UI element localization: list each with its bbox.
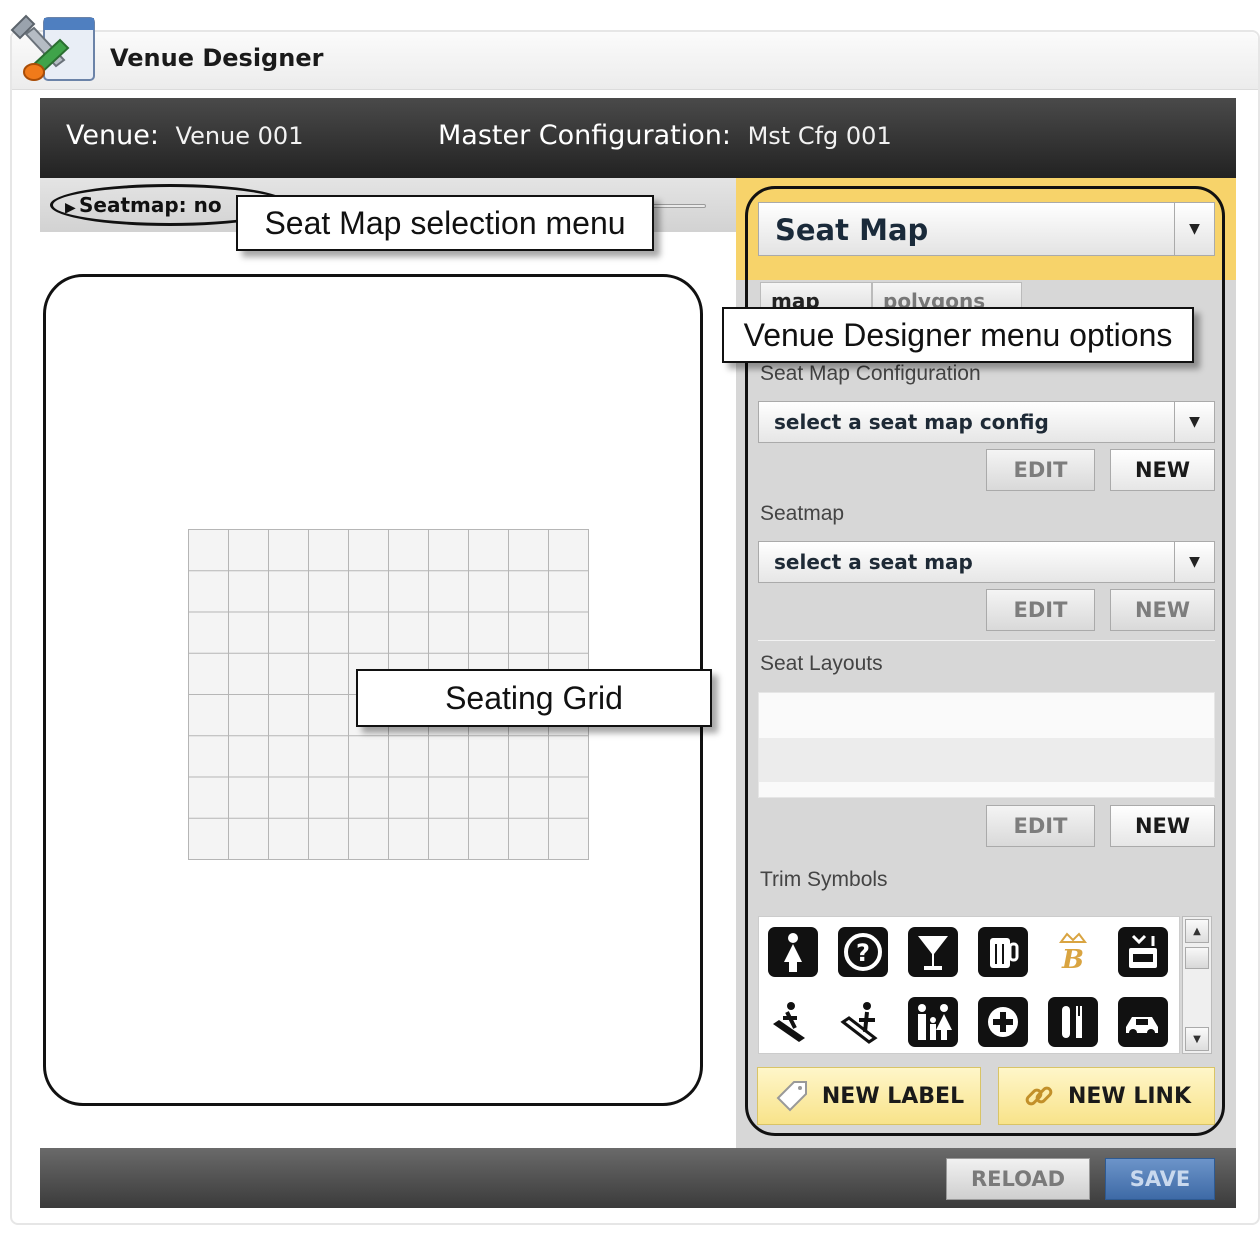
callout-seating-grid: Seating Grid [356, 669, 712, 727]
seat-layouts-new-button[interactable]: NEW [1110, 805, 1215, 847]
master-config-label: Master Configuration: [438, 120, 731, 151]
mode-dropdown[interactable]: Seat Map ▼ [758, 202, 1215, 256]
scroll-down-icon[interactable]: ▼ [1185, 1027, 1209, 1051]
dropdown-arrow-icon[interactable]: ▼ [1174, 402, 1214, 442]
atm-icon[interactable] [1118, 927, 1168, 977]
crown-logo-icon[interactable]: B [1048, 927, 1098, 977]
tools-window-icon [10, 14, 95, 81]
callout-seat-map-selection: Seat Map selection menu [236, 195, 654, 251]
svg-text:?: ? [856, 939, 870, 967]
master-config-value: Mst Cfg 001 [747, 122, 892, 150]
restaurant-icon[interactable] [1048, 997, 1098, 1047]
seat-layouts-edit-button[interactable]: EDIT [986, 805, 1095, 847]
mode-dropdown-label: Seat Map [775, 213, 929, 247]
divider [758, 640, 1215, 641]
dropdown-arrow-icon[interactable]: ▼ [1174, 203, 1214, 255]
seatmap-edit-button[interactable]: EDIT [986, 589, 1095, 631]
venue-label: Venue: [66, 120, 159, 151]
seat-map-config-select[interactable]: select a seat map config ▼ [758, 401, 1215, 443]
help-icon[interactable]: ? [838, 927, 888, 977]
scroll-up-icon[interactable]: ▲ [1185, 919, 1209, 943]
seatmap-select[interactable]: select a seat map ▼ [758, 541, 1215, 583]
link-icon [1025, 1086, 1053, 1106]
seatmap-new-button[interactable]: NEW [1110, 589, 1215, 631]
new-link-text: NEW LINK [1067, 1083, 1192, 1109]
scrollbar-thumb[interactable] [1185, 947, 1209, 969]
trim-symbols-palette: ? B [758, 916, 1180, 1054]
seat-map-config-edit-button[interactable]: EDIT [986, 449, 1095, 491]
list-item[interactable] [759, 738, 1214, 782]
parking-icon[interactable] [1118, 997, 1168, 1047]
caret-right-icon: ▶ [65, 200, 76, 216]
new-label-text: NEW LABEL [821, 1083, 965, 1109]
venue-header: Venue: Venue 001 Master Configuration: M… [40, 98, 1236, 178]
seatmap-select-value: select a seat map [774, 550, 973, 574]
reload-button[interactable]: RELOAD [946, 1158, 1090, 1200]
first-aid-icon[interactable] [978, 997, 1028, 1047]
cocktail-icon[interactable] [908, 927, 958, 977]
callout-venue-designer-options: Venue Designer menu options [722, 307, 1194, 363]
seatmap-label: Seatmap [760, 502, 845, 525]
trim-symbols-label: Trim Symbols [760, 868, 888, 891]
venue-label-group: Venue: Venue 001 [66, 120, 303, 151]
venue-value: Venue 001 [175, 122, 304, 150]
save-button[interactable]: SAVE [1105, 1158, 1215, 1200]
escalator-up-icon[interactable] [838, 997, 888, 1047]
seat-map-config-label: Seat Map Configuration [760, 362, 981, 385]
seatmap-selector-label: Seatmap: no [79, 193, 222, 217]
config-label-group: Master Configuration: Mst Cfg 001 [438, 120, 892, 151]
restroom-woman-icon[interactable] [768, 927, 818, 977]
seat-layouts-list[interactable] [758, 692, 1215, 798]
seat-map-config-new-button[interactable]: NEW [1110, 449, 1215, 491]
svg-text:B: B [1061, 945, 1084, 975]
title-bar: Venue Designer [12, 32, 1258, 90]
new-link-button[interactable]: NEW LINK [998, 1067, 1215, 1125]
seat-map-config-select-value: select a seat map config [774, 410, 1049, 434]
app-title: Venue Designer [110, 44, 324, 72]
beer-mug-icon[interactable] [978, 927, 1028, 977]
trim-symbols-scrollbar[interactable]: ▲ ▼ [1182, 916, 1212, 1054]
seat-layouts-label: Seat Layouts [760, 652, 883, 675]
new-label-button[interactable]: NEW LABEL [757, 1067, 981, 1125]
dropdown-arrow-icon[interactable]: ▼ [1174, 542, 1214, 582]
family-restroom-icon[interactable] [908, 997, 958, 1047]
tag-icon [776, 1081, 807, 1112]
escalator-down-icon[interactable] [768, 997, 818, 1047]
